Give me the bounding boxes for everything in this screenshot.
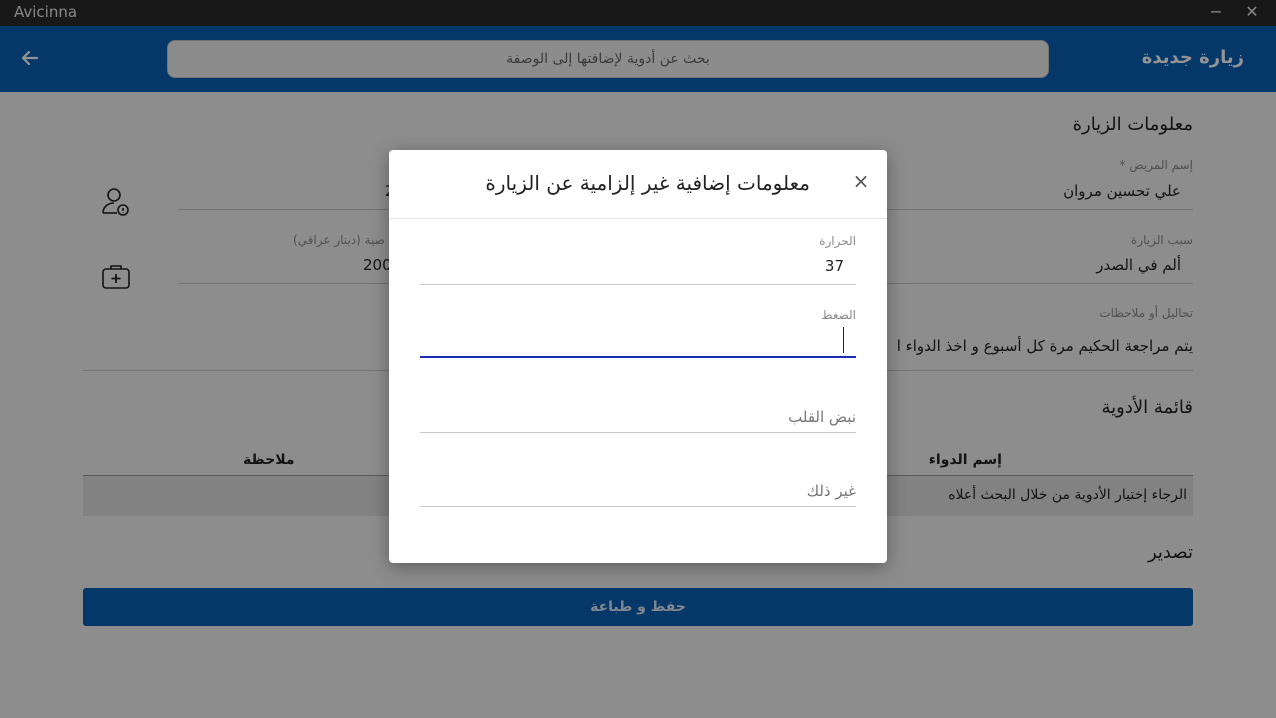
dialog-title: معلومات إضافية غير إلزامية عن الزيارة: [485, 171, 810, 195]
heart-rate-field[interactable]: نبض القلب: [420, 406, 856, 436]
pressure-underline: [420, 356, 856, 358]
close-icon[interactable]: ×: [852, 169, 870, 193]
temperature-value[interactable]: 37: [825, 257, 844, 275]
other-underline: [420, 506, 856, 507]
pressure-label: الضغط: [821, 308, 856, 322]
heart-rate-placeholder: نبض القلب: [788, 408, 856, 426]
pressure-field[interactable]: الضغط: [420, 306, 856, 360]
text-caret: [843, 327, 844, 353]
other-placeholder: غير ذلك: [806, 482, 856, 500]
extra-info-dialog: معلومات إضافية غير إلزامية عن الزيارة × …: [389, 150, 887, 563]
other-field[interactable]: غير ذلك: [420, 480, 856, 510]
temperature-label: الحرارة: [819, 234, 856, 248]
dialog-divider: [389, 218, 887, 219]
temperature-underline: [420, 284, 856, 285]
heart-rate-underline: [420, 432, 856, 433]
temperature-field[interactable]: الحرارة 37: [420, 232, 856, 286]
